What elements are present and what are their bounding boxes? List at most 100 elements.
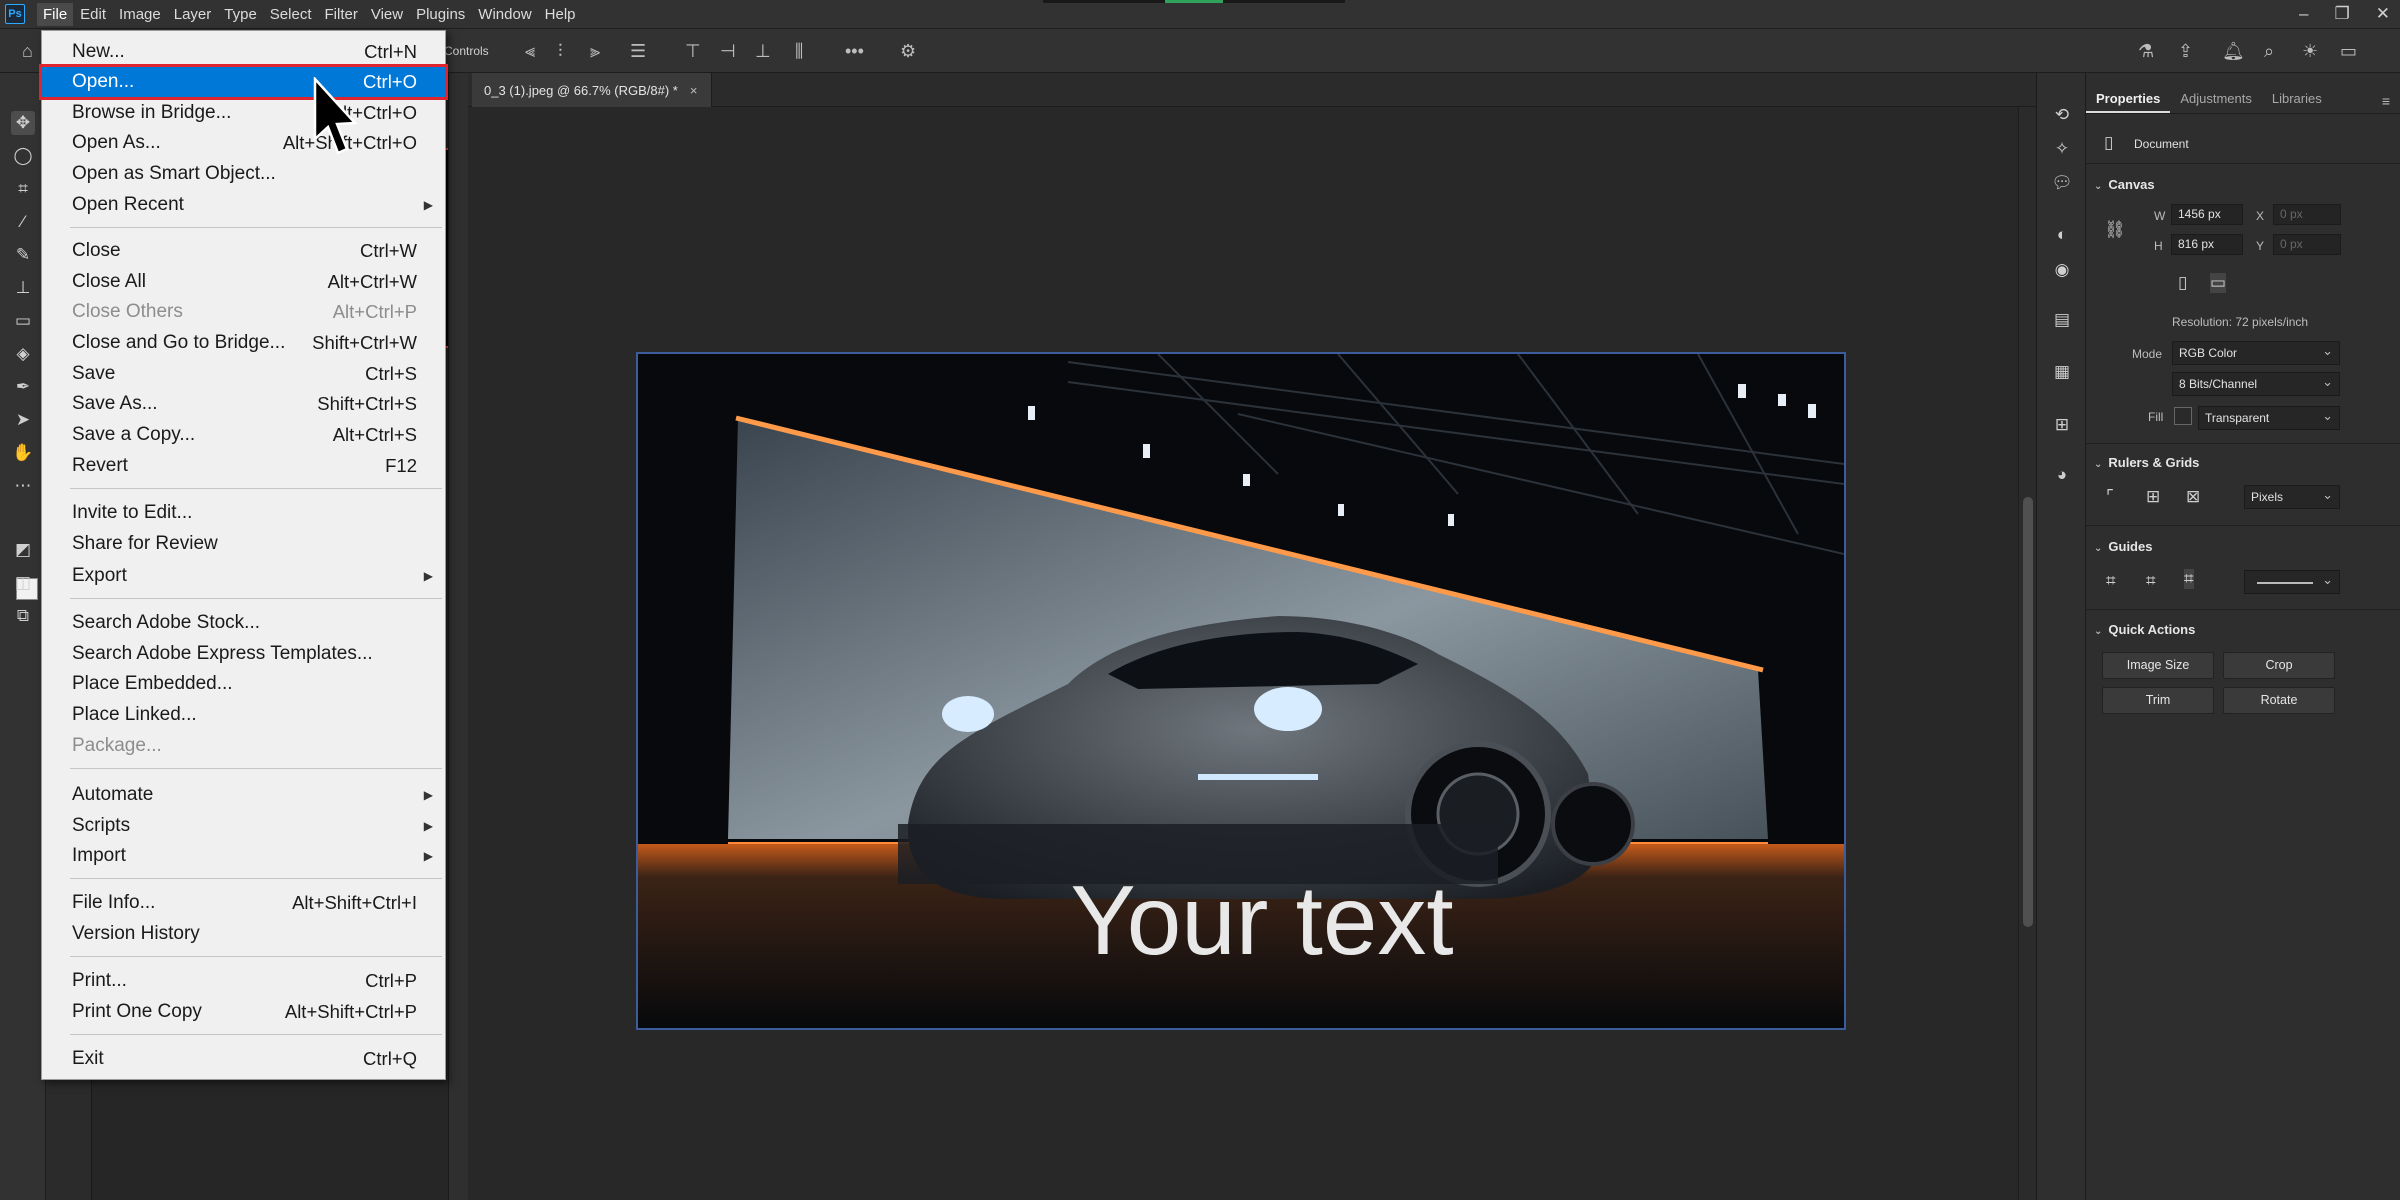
- menu-file-info[interactable]: File Info... Alt+Shift+Ctrl+I: [42, 888, 445, 918]
- menu-file[interactable]: File: [37, 2, 74, 26]
- menu-plugins[interactable]: Plugins: [410, 3, 471, 26]
- fill-select[interactable]: Transparent: [2198, 406, 2340, 430]
- restore-icon[interactable]: ❐: [2335, 4, 2350, 24]
- layers-icon[interactable]: ⊞: [2050, 413, 2074, 437]
- distribute-vertical-icon[interactable]: ⫼: [795, 41, 803, 61]
- link-icon[interactable]: ⛓: [2104, 220, 2126, 240]
- menu-open-recent[interactable]: Open Recent ▶: [42, 190, 445, 220]
- screen-mode-icon[interactable]: ⧉: [11, 604, 35, 628]
- settings-gear-icon[interactable]: ⚙: [900, 41, 916, 61]
- menu-exit[interactable]: Exit Ctrl+Q: [42, 1044, 445, 1074]
- comments-icon[interactable]: 💬︎: [2050, 171, 2074, 195]
- guides-icon[interactable]: ⌗: [2106, 571, 2116, 591]
- menu-import[interactable]: Import ▶: [42, 841, 445, 871]
- menu-view[interactable]: View: [365, 3, 409, 26]
- quick-actions-section-header[interactable]: ⌄ Quick Actions: [2094, 622, 2195, 637]
- menu-image[interactable]: Image: [113, 3, 167, 26]
- menu-new[interactable]: New... Ctrl+N: [42, 37, 445, 67]
- units-select[interactable]: Pixels: [2244, 485, 2340, 509]
- menu-filter[interactable]: Filter: [319, 3, 364, 26]
- panel-menu-icon[interactable]: ≡: [2382, 93, 2390, 109]
- menu-share-for-review[interactable]: Share for Review: [42, 529, 445, 559]
- eyedropper-tool-icon[interactable]: ⁄: [11, 210, 35, 234]
- gradient-tool-icon[interactable]: ◈: [11, 342, 35, 366]
- tab-close-icon[interactable]: ×: [690, 83, 698, 98]
- rotate-button[interactable]: Rotate: [2223, 687, 2335, 714]
- history-icon[interactable]: ⟲: [2050, 103, 2074, 127]
- eraser-tool-icon[interactable]: ▭: [11, 309, 35, 333]
- menu-save[interactable]: Save Ctrl+S: [42, 359, 445, 389]
- lightbulb-icon[interactable]: ☀: [2302, 41, 2318, 61]
- menu-open-as-smart-object[interactable]: Open as Smart Object...: [42, 159, 445, 189]
- selection-tool-icon[interactable]: ➤: [11, 408, 35, 432]
- crop-button[interactable]: Crop: [2223, 652, 2335, 679]
- menu-automate[interactable]: Automate ▶: [42, 780, 445, 810]
- tab-adjustments[interactable]: Adjustments: [2170, 86, 2262, 113]
- align-top-icon[interactable]: ⊤: [685, 41, 701, 61]
- quick-mask-icon[interactable]: ◫: [11, 571, 35, 595]
- tab-properties[interactable]: Properties: [2086, 86, 2171, 113]
- panel-collapse-strip[interactable]: [448, 73, 468, 1200]
- x-field[interactable]: 0 px: [2273, 204, 2341, 225]
- flask-icon[interactable]: ⚗: [2138, 41, 2154, 61]
- align-center-icon[interactable]: ⫶: [558, 41, 563, 61]
- vertical-scrollbar[interactable]: [2018, 107, 2036, 1200]
- rulers-section-header[interactable]: ⌄ Rulers & Grids: [2094, 455, 2199, 470]
- canvas-section-header[interactable]: ⌄ Canvas: [2094, 177, 2155, 192]
- workspace-icon[interactable]: ▭: [2340, 41, 2357, 61]
- hand-tool-icon[interactable]: ✋: [11, 441, 35, 465]
- search-icon[interactable]: ⌕: [2264, 41, 2274, 61]
- menu-help[interactable]: Help: [539, 3, 582, 26]
- menu-close[interactable]: Close Ctrl+W: [42, 236, 445, 266]
- menu-close-and-go-to-bridge[interactable]: Close and Go to Bridge... Shift+Ctrl+W: [42, 328, 445, 358]
- menu-version-history[interactable]: Version History: [42, 919, 445, 949]
- portrait-orientation-icon[interactable]: ▯: [2178, 273, 2187, 293]
- lock-guides-icon[interactable]: ⌗: [2146, 571, 2156, 591]
- home-icon[interactable]: ⌂: [22, 41, 33, 61]
- guide-style-select[interactable]: [2244, 570, 2340, 594]
- menu-search-express-templates[interactable]: Search Adobe Express Templates...: [42, 639, 445, 669]
- height-field[interactable]: 816 px: [2171, 234, 2243, 255]
- smart-guides-icon[interactable]: ⌗: [2184, 569, 2194, 589]
- scrollbar-thumb[interactable]: [2023, 497, 2033, 927]
- align-right-icon[interactable]: ⫸: [590, 41, 600, 61]
- menu-revert[interactable]: Revert F12: [42, 451, 445, 481]
- image-size-button[interactable]: Image Size: [2102, 652, 2214, 679]
- share-icon[interactable]: ⇪: [2178, 41, 2193, 61]
- move-tool-icon[interactable]: ✥: [11, 111, 35, 135]
- bell-icon[interactable]: 🔔︎: [2222, 41, 2245, 61]
- menu-open-as[interactable]: Open As... Alt+Shift+Ctrl+O: [42, 128, 445, 158]
- menu-close-all[interactable]: Close All Alt+Ctrl+W: [42, 267, 445, 297]
- patterns-icon[interactable]: ▦: [2050, 360, 2074, 384]
- tab-libraries[interactable]: Libraries: [2262, 86, 2332, 113]
- menu-scripts[interactable]: Scripts ▶: [42, 811, 445, 841]
- menu-edit[interactable]: Edit: [74, 3, 112, 26]
- crop-tool-icon[interactable]: ⌗: [11, 177, 35, 201]
- gradients-icon[interactable]: ▤: [2050, 308, 2074, 332]
- menu-place-linked[interactable]: Place Linked...: [42, 700, 445, 730]
- menu-select[interactable]: Select: [264, 3, 318, 26]
- fill-swatch[interactable]: [2174, 407, 2192, 425]
- landscape-orientation-icon[interactable]: ▭: [2210, 273, 2227, 293]
- menu-layer[interactable]: Layer: [168, 3, 218, 26]
- minimize-icon[interactable]: –: [2299, 4, 2308, 24]
- menu-search-adobe-stock[interactable]: Search Adobe Stock...: [42, 608, 445, 638]
- swap-colors-icon[interactable]: ◩: [11, 538, 35, 562]
- menu-save-as[interactable]: Save As... Shift+Ctrl+S: [42, 389, 445, 419]
- menu-invite-to-edit[interactable]: Invite to Edit...: [42, 498, 445, 528]
- menu-browse-in-bridge[interactable]: Browse in Bridge... Alt+Ctrl+O: [42, 98, 445, 128]
- grid-icon[interactable]: ⊞: [2146, 487, 2160, 507]
- swatches-icon[interactable]: ◉: [2050, 258, 2074, 282]
- color-mode-select[interactable]: RGB Color: [2172, 341, 2340, 365]
- menu-type[interactable]: Type: [218, 3, 263, 26]
- width-field[interactable]: 1456 px: [2171, 204, 2243, 225]
- more-tools-icon[interactable]: ⋯: [11, 474, 35, 498]
- color-icon[interactable]: ◐: [2050, 223, 2074, 247]
- close-icon[interactable]: ✕: [2376, 4, 2390, 24]
- menu-save-a-copy[interactable]: Save a Copy... Alt+Ctrl+S: [42, 420, 445, 450]
- lasso-tool-icon[interactable]: ◯: [11, 144, 35, 168]
- menu-export[interactable]: Export ▶: [42, 561, 445, 591]
- bit-depth-select[interactable]: 8 Bits/Channel: [2172, 372, 2340, 396]
- menu-place-embedded[interactable]: Place Embedded...: [42, 669, 445, 699]
- pixel-grid-icon[interactable]: ⊠: [2186, 487, 2200, 507]
